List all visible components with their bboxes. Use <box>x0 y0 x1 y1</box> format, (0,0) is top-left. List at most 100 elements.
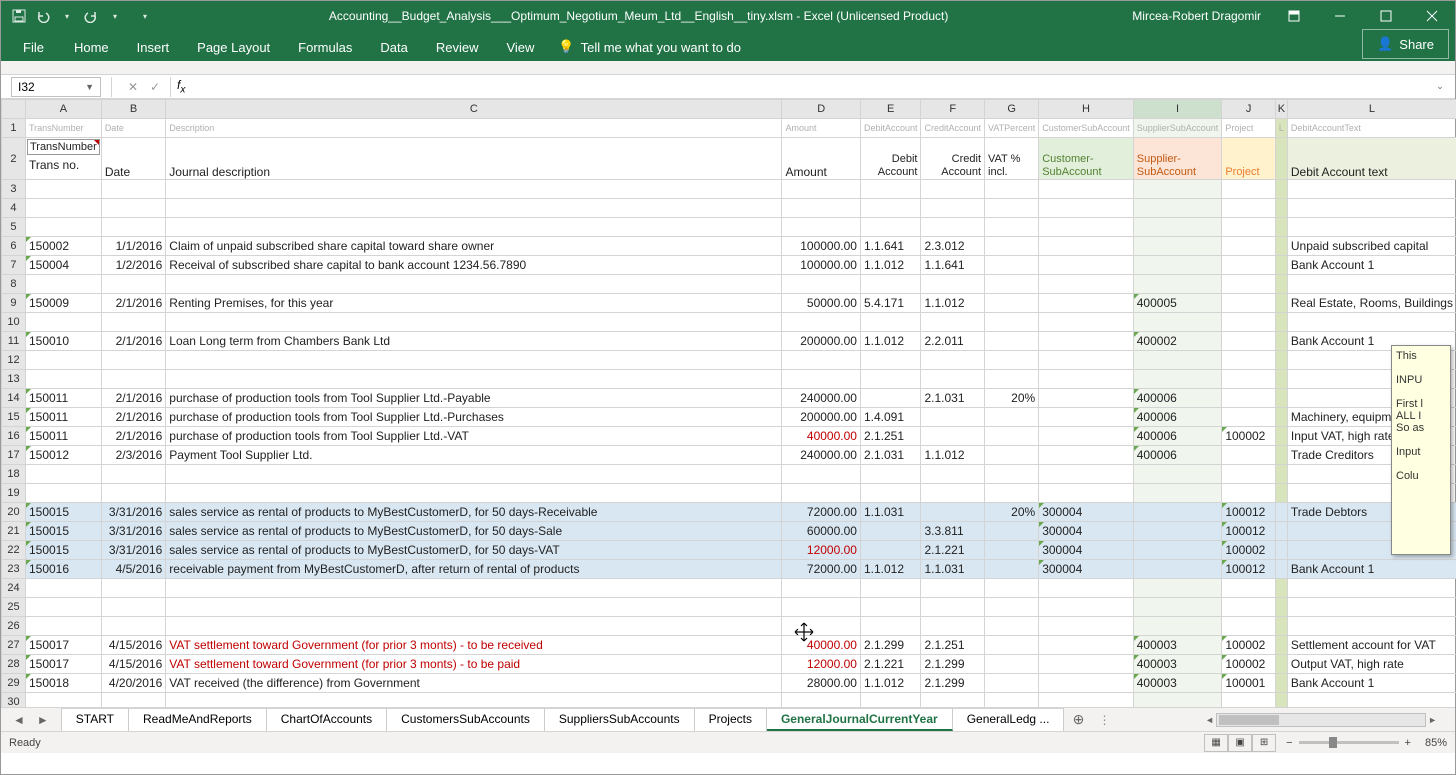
cell-A4[interactable] <box>25 199 101 218</box>
cell-H13[interactable] <box>1039 370 1134 389</box>
cell-F16[interactable] <box>921 427 985 446</box>
header-cell-C[interactable]: Journal description <box>166 138 782 180</box>
cell-J11[interactable] <box>1222 332 1276 351</box>
cell-C11[interactable]: Loan Long term from Chambers Bank Ltd <box>166 332 782 351</box>
cell-I16[interactable]: 400006 <box>1133 427 1222 446</box>
select-all-corner[interactable] <box>2 100 26 119</box>
cell-C20[interactable]: sales service as rental of products to M… <box>166 503 782 522</box>
cell-F6[interactable]: 2.3.012 <box>921 237 985 256</box>
cell-H26[interactable] <box>1039 617 1134 636</box>
row-header-16[interactable]: 16 <box>2 427 26 446</box>
cell-D25[interactable] <box>782 598 860 617</box>
cell-H12[interactable] <box>1039 351 1134 370</box>
cell-C12[interactable] <box>166 351 782 370</box>
cell-H15[interactable] <box>1039 408 1134 427</box>
cell-E16[interactable]: 2.1.251 <box>860 427 921 446</box>
cell-A20[interactable]: 150015 <box>25 503 101 522</box>
cell-D19[interactable] <box>782 484 860 503</box>
cell-F26[interactable] <box>921 617 985 636</box>
cell-B24[interactable] <box>101 579 165 598</box>
cell-F11[interactable]: 2.2.011 <box>921 332 985 351</box>
cell-C15[interactable]: purchase of production tools from Tool S… <box>166 408 782 427</box>
cell-J26[interactable] <box>1222 617 1276 636</box>
header-cell-I[interactable]: Supplier-SubAccount <box>1133 138 1222 180</box>
cell-K28[interactable] <box>1275 655 1287 674</box>
formula-expand-icon[interactable]: ⌄ <box>1435 81 1455 92</box>
row-header-10[interactable]: 10 <box>2 313 26 332</box>
column-header-E[interactable]: E <box>860 100 921 119</box>
cell-E5[interactable] <box>860 218 921 237</box>
cell-G20[interactable]: 20% <box>985 503 1039 522</box>
cell-A22[interactable]: 150015 <box>25 541 101 560</box>
cell-A10[interactable] <box>25 313 101 332</box>
cell-I20[interactable] <box>1133 503 1222 522</box>
cell-K15[interactable] <box>1275 408 1287 427</box>
sheet-tab-ReadMeAndReports[interactable]: ReadMeAndReports <box>129 708 267 731</box>
cell-K21[interactable] <box>1275 522 1287 541</box>
page-layout-view-icon[interactable]: ▣ <box>1228 734 1252 752</box>
tab-home[interactable]: Home <box>60 34 123 61</box>
cell-I19[interactable] <box>1133 484 1222 503</box>
cell-A21[interactable]: 150015 <box>25 522 101 541</box>
cell-C7[interactable]: Receival of subscribed share capital to … <box>166 256 782 275</box>
cell-K23[interactable] <box>1275 560 1287 579</box>
cell-G11[interactable] <box>985 332 1039 351</box>
tab-view[interactable]: View <box>492 34 548 61</box>
cell-G18[interactable] <box>985 465 1039 484</box>
cell-F7[interactable]: 1.1.641 <box>921 256 985 275</box>
cell-J3[interactable] <box>1222 180 1276 199</box>
cell-G5[interactable] <box>985 218 1039 237</box>
close-icon[interactable] <box>1409 1 1455 31</box>
cell-I3[interactable] <box>1133 180 1222 199</box>
cell-G14[interactable]: 20% <box>985 389 1039 408</box>
cell-K12[interactable] <box>1275 351 1287 370</box>
header-cell-E[interactable]: Debit Account <box>860 138 921 180</box>
cell-F13[interactable] <box>921 370 985 389</box>
cell-G1[interactable]: VATPercent <box>985 119 1039 138</box>
cell-J12[interactable] <box>1222 351 1276 370</box>
cell-L24[interactable] <box>1287 579 1456 598</box>
cell-K5[interactable] <box>1275 218 1287 237</box>
cell-A13[interactable] <box>25 370 101 389</box>
cell-H3[interactable] <box>1039 180 1134 199</box>
cell-H19[interactable] <box>1039 484 1134 503</box>
cell-A3[interactable] <box>25 180 101 199</box>
cell-B19[interactable] <box>101 484 165 503</box>
header-cell-F[interactable]: Credit Account <box>921 138 985 180</box>
cell-I1[interactable]: SupplierSubAccount <box>1133 119 1222 138</box>
cell-H27[interactable] <box>1039 636 1134 655</box>
cell-F24[interactable] <box>921 579 985 598</box>
undo-icon[interactable] <box>33 6 53 26</box>
cell-G28[interactable] <box>985 655 1039 674</box>
cell-D16[interactable]: 40000.00 <box>782 427 860 446</box>
cell-G22[interactable] <box>985 541 1039 560</box>
cell-L28[interactable]: Output VAT, high rate <box>1287 655 1456 674</box>
cell-F28[interactable]: 2.1.299 <box>921 655 985 674</box>
cell-F8[interactable] <box>921 275 985 294</box>
enter-icon[interactable]: ✓ <box>144 77 166 97</box>
cell-G30[interactable] <box>985 693 1039 708</box>
cell-E7[interactable]: 1.1.012 <box>860 256 921 275</box>
row-header-15[interactable]: 15 <box>2 408 26 427</box>
cell-K27[interactable] <box>1275 636 1287 655</box>
minimize-icon[interactable] <box>1317 1 1363 31</box>
ribbon-options-icon[interactable] <box>1271 1 1317 31</box>
cell-I14[interactable]: 400006 <box>1133 389 1222 408</box>
cell-B18[interactable] <box>101 465 165 484</box>
sheet-tab-GeneralLedg[interactable]: GeneralLedg ... <box>953 708 1065 731</box>
tab-review[interactable]: Review <box>422 34 493 61</box>
cell-E20[interactable]: 1.1.031 <box>860 503 921 522</box>
cell-L30[interactable] <box>1287 693 1456 708</box>
cancel-icon[interactable]: ✕ <box>122 77 144 97</box>
cell-H9[interactable] <box>1039 294 1134 313</box>
cell-K9[interactable] <box>1275 294 1287 313</box>
cell-D7[interactable]: 100000.00 <box>782 256 860 275</box>
cell-I28[interactable]: 400003 <box>1133 655 1222 674</box>
header-cell-H[interactable]: Customer-SubAccount <box>1039 138 1134 180</box>
cell-H10[interactable] <box>1039 313 1134 332</box>
cell-B3[interactable] <box>101 180 165 199</box>
chevron-down-icon[interactable]: ▼ <box>85 82 94 92</box>
cell-H24[interactable] <box>1039 579 1134 598</box>
cell-G27[interactable] <box>985 636 1039 655</box>
cell-F18[interactable] <box>921 465 985 484</box>
